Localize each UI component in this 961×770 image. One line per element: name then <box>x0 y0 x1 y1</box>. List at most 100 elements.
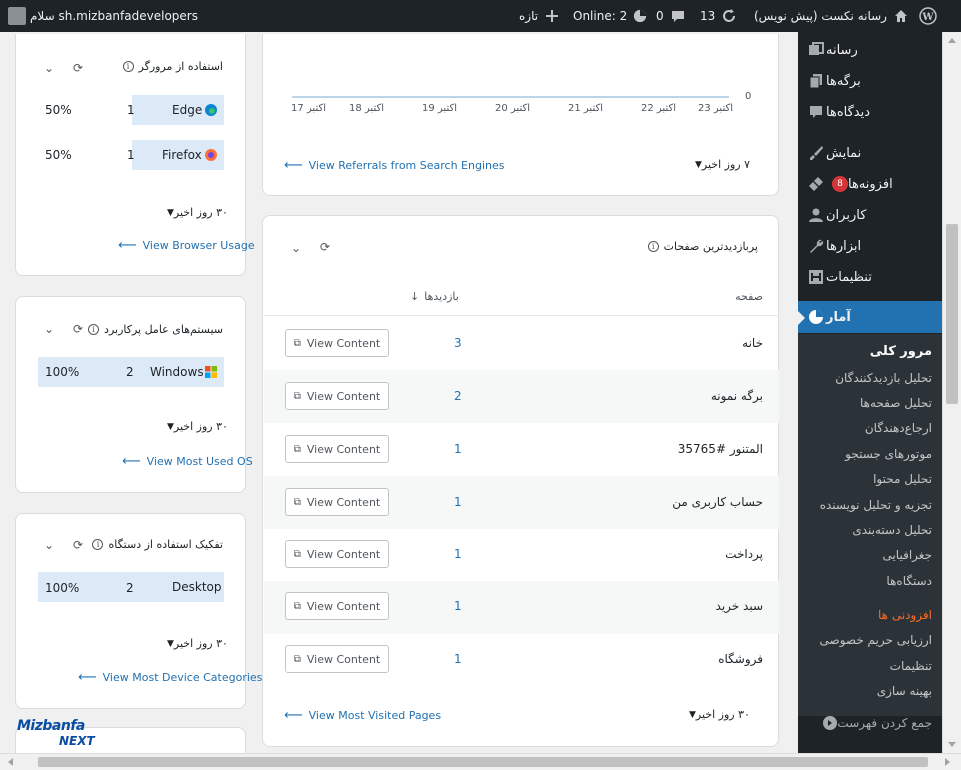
online-link[interactable]: Online: 2 <box>573 0 648 32</box>
info-icon[interactable]: i <box>122 61 134 72</box>
comments-count: 0 <box>656 9 664 23</box>
submenu-optimization[interactable]: بهینه سازی <box>877 684 932 698</box>
comments-link[interactable]: 0 <box>656 0 686 32</box>
period-select[interactable]: ۳۰ روز اخیر ▼ <box>161 637 228 650</box>
info-icon[interactable]: i <box>647 241 659 252</box>
view-content-button[interactable]: ⧉ View Content <box>285 329 389 357</box>
external-link-icon: ⧉ <box>293 600 301 612</box>
scroll-right-icon[interactable] <box>945 758 950 766</box>
period-select[interactable]: ۳۰ روز اخیر ▼ <box>161 420 228 433</box>
view-device-categories-link[interactable]: ⟵ View Most Device Categories <box>78 670 262 685</box>
column-header-views[interactable]: ↓ بازدیدها <box>410 290 459 303</box>
submenu-visitors[interactable]: تحلیل بازدیدکنندگان <box>835 371 932 385</box>
sidebar-item-settings[interactable]: تنظیمات <box>798 262 942 292</box>
view-content-button[interactable]: ⧉ View Content <box>285 540 389 568</box>
submenu-geographic[interactable]: جغرافیایی <box>882 548 932 562</box>
settings-icon <box>806 267 826 287</box>
greeting-label: سلام sh.mizbanfadevelopers <box>30 9 198 23</box>
view-content-button[interactable]: ⧉ View Content <box>285 645 389 673</box>
admin-sidebar: رسانه برگه‌ها دیدگاه‌ها نمایش افزونه‌ها … <box>798 32 942 753</box>
search-engine-referrals-card: 0 اکتبر 17 اکتبر 18 اکتبر 19 اکتبر 20 اک… <box>262 34 779 196</box>
period-select[interactable]: ۷ روز اخیر ▼ <box>689 158 750 171</box>
view-most-visited-pages-link[interactable]: ⟵ View Most Visited Pages <box>284 708 441 723</box>
plugins-update-badge: 8 <box>832 176 848 192</box>
plugins-icon <box>806 174 826 194</box>
collapse-menu-button[interactable]: جمع کردن فهرست <box>815 716 932 730</box>
sidebar-item-media[interactable]: رسانه <box>798 35 942 65</box>
refresh-icon <box>721 8 737 24</box>
x-tick-label: اکتبر 23 <box>698 103 734 114</box>
media-icon <box>806 40 826 60</box>
submenu-settings[interactable]: تنظیمات <box>890 659 932 673</box>
external-link-icon: ⧉ <box>293 390 301 402</box>
view-content-button[interactable]: ⧉ View Content <box>285 382 389 410</box>
views-count[interactable]: 1 <box>454 442 462 456</box>
chevron-down-icon[interactable]: ⌄ <box>42 61 56 75</box>
view-content-button[interactable]: ⧉ View Content <box>285 488 389 516</box>
views-count[interactable]: 1 <box>454 652 462 666</box>
card-title: استفاده از مرورگر i <box>122 60 223 73</box>
views-count[interactable]: 3 <box>454 336 462 350</box>
views-count[interactable]: 1 <box>454 547 462 561</box>
submenu-overview[interactable]: مرور کلی <box>870 344 932 359</box>
refresh-icon[interactable]: ⟳ <box>318 240 332 254</box>
submenu-categories[interactable]: تحلیل دسته‌بندی <box>852 523 932 537</box>
submenu-pages[interactable]: تحلیل صفحه‌ها <box>860 396 932 410</box>
scrollbar-thumb[interactable] <box>38 757 928 767</box>
refresh-icon[interactable]: ⟳ <box>71 61 85 75</box>
sidebar-item-tools[interactable]: ابزارها <box>798 231 942 261</box>
caret-down-icon: ▼ <box>167 638 174 649</box>
edge-icon <box>205 104 217 119</box>
chevron-down-icon[interactable]: ⌄ <box>42 322 56 336</box>
view-most-used-os-link[interactable]: ⟵ View Most Used OS <box>122 454 253 469</box>
my-account-link[interactable]: سلام sh.mizbanfadevelopers <box>8 0 198 32</box>
refresh-icon[interactable]: ⟳ <box>71 538 85 552</box>
scrollbar-thumb[interactable] <box>946 224 958 404</box>
period-select[interactable]: ۳۰ روز اخیر ▼ <box>683 708 750 721</box>
updates-link[interactable]: 13 <box>700 0 737 32</box>
sidebar-item-plugins[interactable]: افزونه‌ها 8 <box>798 169 942 199</box>
info-icon[interactable]: i <box>92 539 104 550</box>
refresh-icon[interactable]: ⟳ <box>71 322 85 336</box>
chevron-down-icon[interactable]: ⌄ <box>42 538 56 552</box>
vertical-scrollbar[interactable] <box>942 32 961 753</box>
arrow-left-icon: ⟵ <box>284 708 303 723</box>
sidebar-item-statistics[interactable]: آمار <box>798 301 942 333</box>
view-content-button[interactable]: ⧉ View Content <box>285 435 389 463</box>
site-name-link[interactable]: رسانه نکست (پیش نویس) <box>754 0 909 32</box>
sidebar-item-users[interactable]: کاربران <box>798 200 942 230</box>
view-referrals-link[interactable]: ⟵ View Referrals from Search Engines <box>284 158 505 173</box>
scroll-left-icon[interactable] <box>8 758 13 766</box>
pages-icon <box>806 71 826 91</box>
submenu-addons[interactable]: افزودنی ها <box>878 608 932 622</box>
view-content-button[interactable]: ⧉ View Content <box>285 592 389 620</box>
page-name: سبد خرید <box>715 599 763 613</box>
view-browser-usage-link[interactable]: ⟵ View Browser Usage <box>118 238 255 253</box>
views-count[interactable]: 1 <box>454 495 462 509</box>
submenu-authors[interactable]: تجزیه و تحلیل نویسنده <box>820 498 932 512</box>
scroll-up-icon[interactable] <box>948 38 956 43</box>
page-name: برگه نمونه <box>710 389 763 403</box>
chevron-down-icon[interactable]: ⌄ <box>289 241 303 255</box>
browser-usage-card: استفاده از مرورگر i ⟳ ⌄ 50% 1 Edge 50% 1… <box>15 34 255 276</box>
info-icon[interactable]: i <box>88 324 100 335</box>
plus-icon <box>544 8 560 24</box>
table-row: ⧉ View Content 1 سبد خرید <box>264 581 779 634</box>
views-count[interactable]: 1 <box>454 599 462 613</box>
home-icon <box>893 8 909 24</box>
sidebar-item-appearance[interactable]: نمایش <box>798 138 942 168</box>
scroll-down-icon[interactable] <box>948 742 956 747</box>
period-select[interactable]: ۳۰ روز اخیر ▼ <box>161 206 228 219</box>
submenu-privacy-audit[interactable]: ارزیابی حریم خصوصی <box>820 633 932 647</box>
count-value: 1 <box>127 148 135 162</box>
submenu-search-engines[interactable]: موتورهای جستجو <box>845 447 932 461</box>
wordpress-logo-icon[interactable]: W <box>919 0 937 32</box>
views-count[interactable]: 2 <box>454 389 462 403</box>
horizontal-scrollbar[interactable] <box>0 753 961 770</box>
submenu-content[interactable]: تحلیل محتوا <box>873 472 932 486</box>
new-content-link[interactable]: تازه <box>519 0 560 32</box>
sidebar-item-pages[interactable]: برگه‌ها <box>798 66 942 96</box>
submenu-referrals[interactable]: ارجاع‌دهندگان <box>865 421 932 435</box>
sidebar-item-comments[interactable]: دیدگاه‌ها <box>798 97 942 127</box>
submenu-devices[interactable]: دستگاه‌ها <box>886 574 932 588</box>
